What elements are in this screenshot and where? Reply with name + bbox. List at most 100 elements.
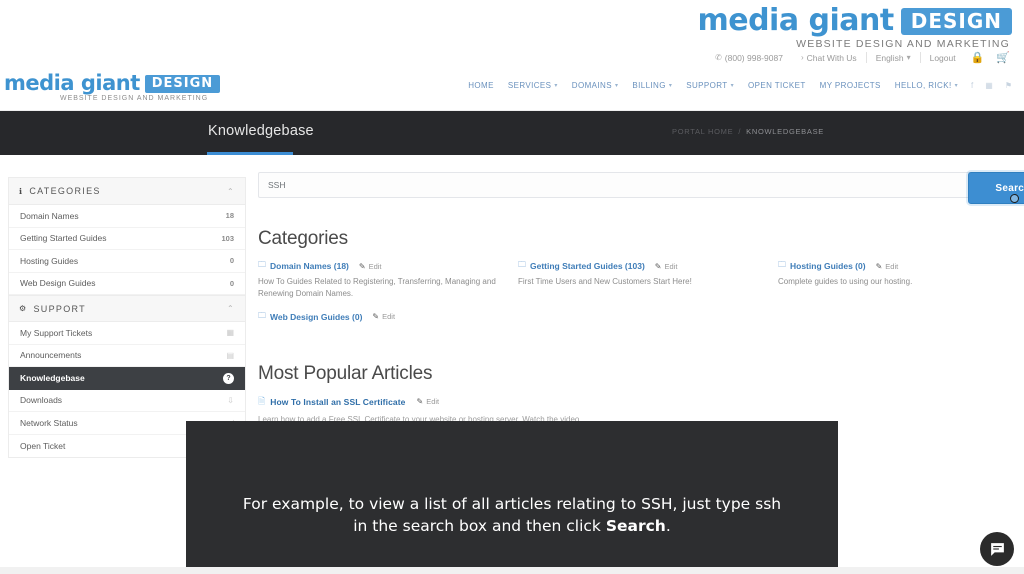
nav-logo-line: media giant DESIGN — [4, 71, 221, 95]
sidebar-item-hosting-guides[interactable]: Hosting Guides 0 — [9, 250, 245, 273]
lock-icon[interactable]: 🔒 — [965, 51, 991, 64]
sidebar: ℹ CATEGORIES ⌃ Domain Names 18 Getting S… — [8, 177, 246, 458]
category-link[interactable]: Hosting Guides (0) — [790, 261, 866, 271]
sidebar-item-label: Hosting Guides — [20, 255, 79, 266]
brand-logo-line: media giant DESIGN — [697, 6, 1012, 36]
sidebar-item-count: 103 — [221, 233, 234, 243]
logout-link[interactable]: Logout — [921, 53, 965, 63]
chevron-down-icon: ▾ — [614, 83, 619, 89]
breadcrumb-home[interactable]: PORTAL HOME — [672, 127, 733, 136]
edit-label: Edit — [382, 312, 396, 322]
sidebar-item-domain-names[interactable]: Domain Names 18 — [9, 205, 245, 228]
page-title-underline — [207, 152, 293, 155]
chevron-down-icon: ▾ — [554, 83, 558, 89]
chevron-down-icon: ▾ — [730, 83, 735, 89]
page-bottom-fill — [0, 567, 1024, 574]
sidebar-categories-header[interactable]: ℹ CATEGORIES ⌃ — [9, 178, 245, 205]
sidebar-item-label: My Support Tickets — [20, 327, 93, 338]
edit-label: Edit — [368, 261, 382, 271]
nav-item-home[interactable]: HOME — [461, 81, 501, 90]
utility-bar: ✆ (800) 998-9087 › Chat With Us English … — [706, 51, 1016, 64]
sidebar-item-web-design-guides[interactable]: Web Design Guides 0 — [9, 273, 245, 295]
download-icon: ⇩ — [227, 395, 234, 405]
nav-brand-badge: DESIGN — [144, 74, 221, 93]
sidebar-item-count: 0 — [229, 256, 234, 266]
categories-heading: Categories — [258, 228, 348, 249]
sidebar-item-label: Network Status — [20, 417, 78, 428]
breadcrumb-separator: / — [738, 127, 742, 136]
sidebar-item-label: Open Ticket — [20, 440, 66, 451]
nav-item-user-menu[interactable]: HELLO, RICK! ▾ — [888, 81, 965, 90]
sidebar-item-my-support-tickets[interactable]: My Support Tickets ▦ — [9, 322, 245, 345]
pencil-icon: ✎ — [416, 397, 424, 407]
brand-bar: media giant DESIGN WEBSITE DESIGN AND MA… — [0, 0, 1024, 70]
language-selector[interactable]: English ▾ — [867, 53, 920, 63]
sidebar-item-count: 0 — [229, 278, 234, 288]
gear-icon: ⚙ — [19, 304, 28, 313]
search-input[interactable] — [258, 172, 1016, 198]
nav-item-my-projects[interactable]: MY PROJECTS — [813, 81, 888, 90]
sidebar-item-getting-started-guides[interactable]: Getting Started Guides 103 — [9, 228, 245, 250]
pencil-icon: ✎ — [654, 261, 662, 271]
category-edit-link[interactable]: ✎ Edit — [876, 262, 899, 271]
main-navigation-bar: media giant DESIGN WEBSITE DESIGN AND MA… — [0, 70, 1024, 111]
brand-name-text: media giant — [697, 3, 894, 38]
nav-links: HOME SERVICES ▾ DOMAINS ▾ BILLING ▾ SUPP… — [461, 81, 1018, 90]
cart-icon[interactable]: 🛒 — [990, 51, 1016, 64]
nav-item-domains[interactable]: DOMAINS ▾ — [565, 81, 626, 90]
nav-item-services-label: SERVICES — [507, 81, 552, 90]
sidebar-support-header[interactable]: ⚙ SUPPORT ⌃ — [9, 295, 245, 322]
utility-phone-text: (800) 998-9087 — [724, 52, 783, 63]
nav-brand-name: media giant — [4, 71, 140, 95]
announcement-icon: ▤ — [226, 350, 234, 360]
category-card-web-design-guides: 🗀 Web Design Guides (0) ✎ Edit — [258, 310, 518, 324]
phone-icon: ✆ — [715, 53, 722, 62]
nav-item-support-label: SUPPORT — [686, 81, 728, 90]
article-link[interactable]: How To Install an SSL Certificate — [270, 397, 405, 407]
utility-chat-text: Chat With Us — [806, 52, 857, 63]
sidebar-item-label: Getting Started Guides — [20, 233, 107, 244]
nav-item-billing[interactable]: BILLING ▾ — [625, 81, 679, 90]
category-link[interactable]: Getting Started Guides (103) — [530, 261, 645, 271]
sidebar-item-label: Knowledgebase — [20, 373, 85, 384]
chat-arrow-icon: › — [800, 53, 804, 62]
category-edit-link[interactable]: ✎ Edit — [655, 262, 678, 271]
category-title-row: 🗀 Getting Started Guides (103) ✎ Edit — [518, 259, 762, 273]
chat-widget-button[interactable] — [980, 532, 1014, 566]
brand-logo[interactable]: media giant DESIGN WEBSITE DESIGN AND MA… — [697, 6, 1012, 50]
chevron-down-icon: ▾ — [668, 83, 673, 89]
facebook-icon[interactable]: f — [965, 81, 979, 90]
tickets-icon: ▦ — [226, 328, 234, 338]
search-button[interactable]: Search — [968, 172, 1024, 204]
grid-icon[interactable]: ▦ — [979, 81, 999, 90]
folder-icon: 🗀 — [258, 310, 266, 320]
info-icon: ℹ — [19, 186, 24, 196]
nav-logo[interactable]: media giant DESIGN WEBSITE DESIGN AND MA… — [4, 71, 221, 102]
utility-chat[interactable]: › Chat With Us — [792, 53, 866, 63]
sidebar-item-label: Web Design Guides — [20, 278, 96, 289]
category-card-domain-names: 🗀 Domain Names (18) ✎ Edit How To Guides… — [258, 259, 518, 301]
edit-label: Edit — [426, 397, 440, 407]
sidebar-item-announcements[interactable]: Announcements ▤ — [9, 345, 245, 367]
nav-item-open-ticket[interactable]: OPEN TICKET — [741, 81, 813, 90]
articles-heading: Most Popular Articles — [258, 362, 433, 384]
brand-design-badge: DESIGN — [900, 7, 1012, 35]
sidebar-item-downloads[interactable]: Downloads ⇩ — [9, 390, 245, 412]
categories-grid: 🗀 Domain Names (18) ✎ Edit How To Guides… — [258, 259, 1016, 333]
nav-item-services[interactable]: SERVICES ▾ — [501, 81, 565, 90]
category-edit-link[interactable]: ✎ Edit — [359, 262, 382, 271]
category-link[interactable]: Web Design Guides (0) — [270, 312, 362, 322]
flag-icon[interactable]: ⚑ — [999, 81, 1018, 90]
nav-item-support[interactable]: SUPPORT ▾ — [679, 81, 741, 90]
chevron-up-icon: ⌃ — [226, 304, 235, 313]
article-edit-link[interactable]: ✎ Edit — [416, 397, 439, 406]
caption-line-2-pre: in the search box and then click — [353, 517, 606, 535]
caption-line-2-post: . — [665, 517, 671, 535]
sidebar-item-knowledgebase[interactable]: Knowledgebase ? — [9, 367, 245, 390]
utility-phone[interactable]: ✆ (800) 998-9087 — [706, 53, 792, 63]
category-title-row: 🗀 Domain Names (18) ✎ Edit — [258, 259, 502, 273]
category-edit-link[interactable]: ✎ Edit — [372, 312, 395, 321]
category-link[interactable]: Domain Names (18) — [270, 261, 349, 271]
caption-overlay: For example, to view a list of all artic… — [186, 421, 838, 567]
category-description: First Time Users and New Customers Start… — [518, 277, 692, 286]
